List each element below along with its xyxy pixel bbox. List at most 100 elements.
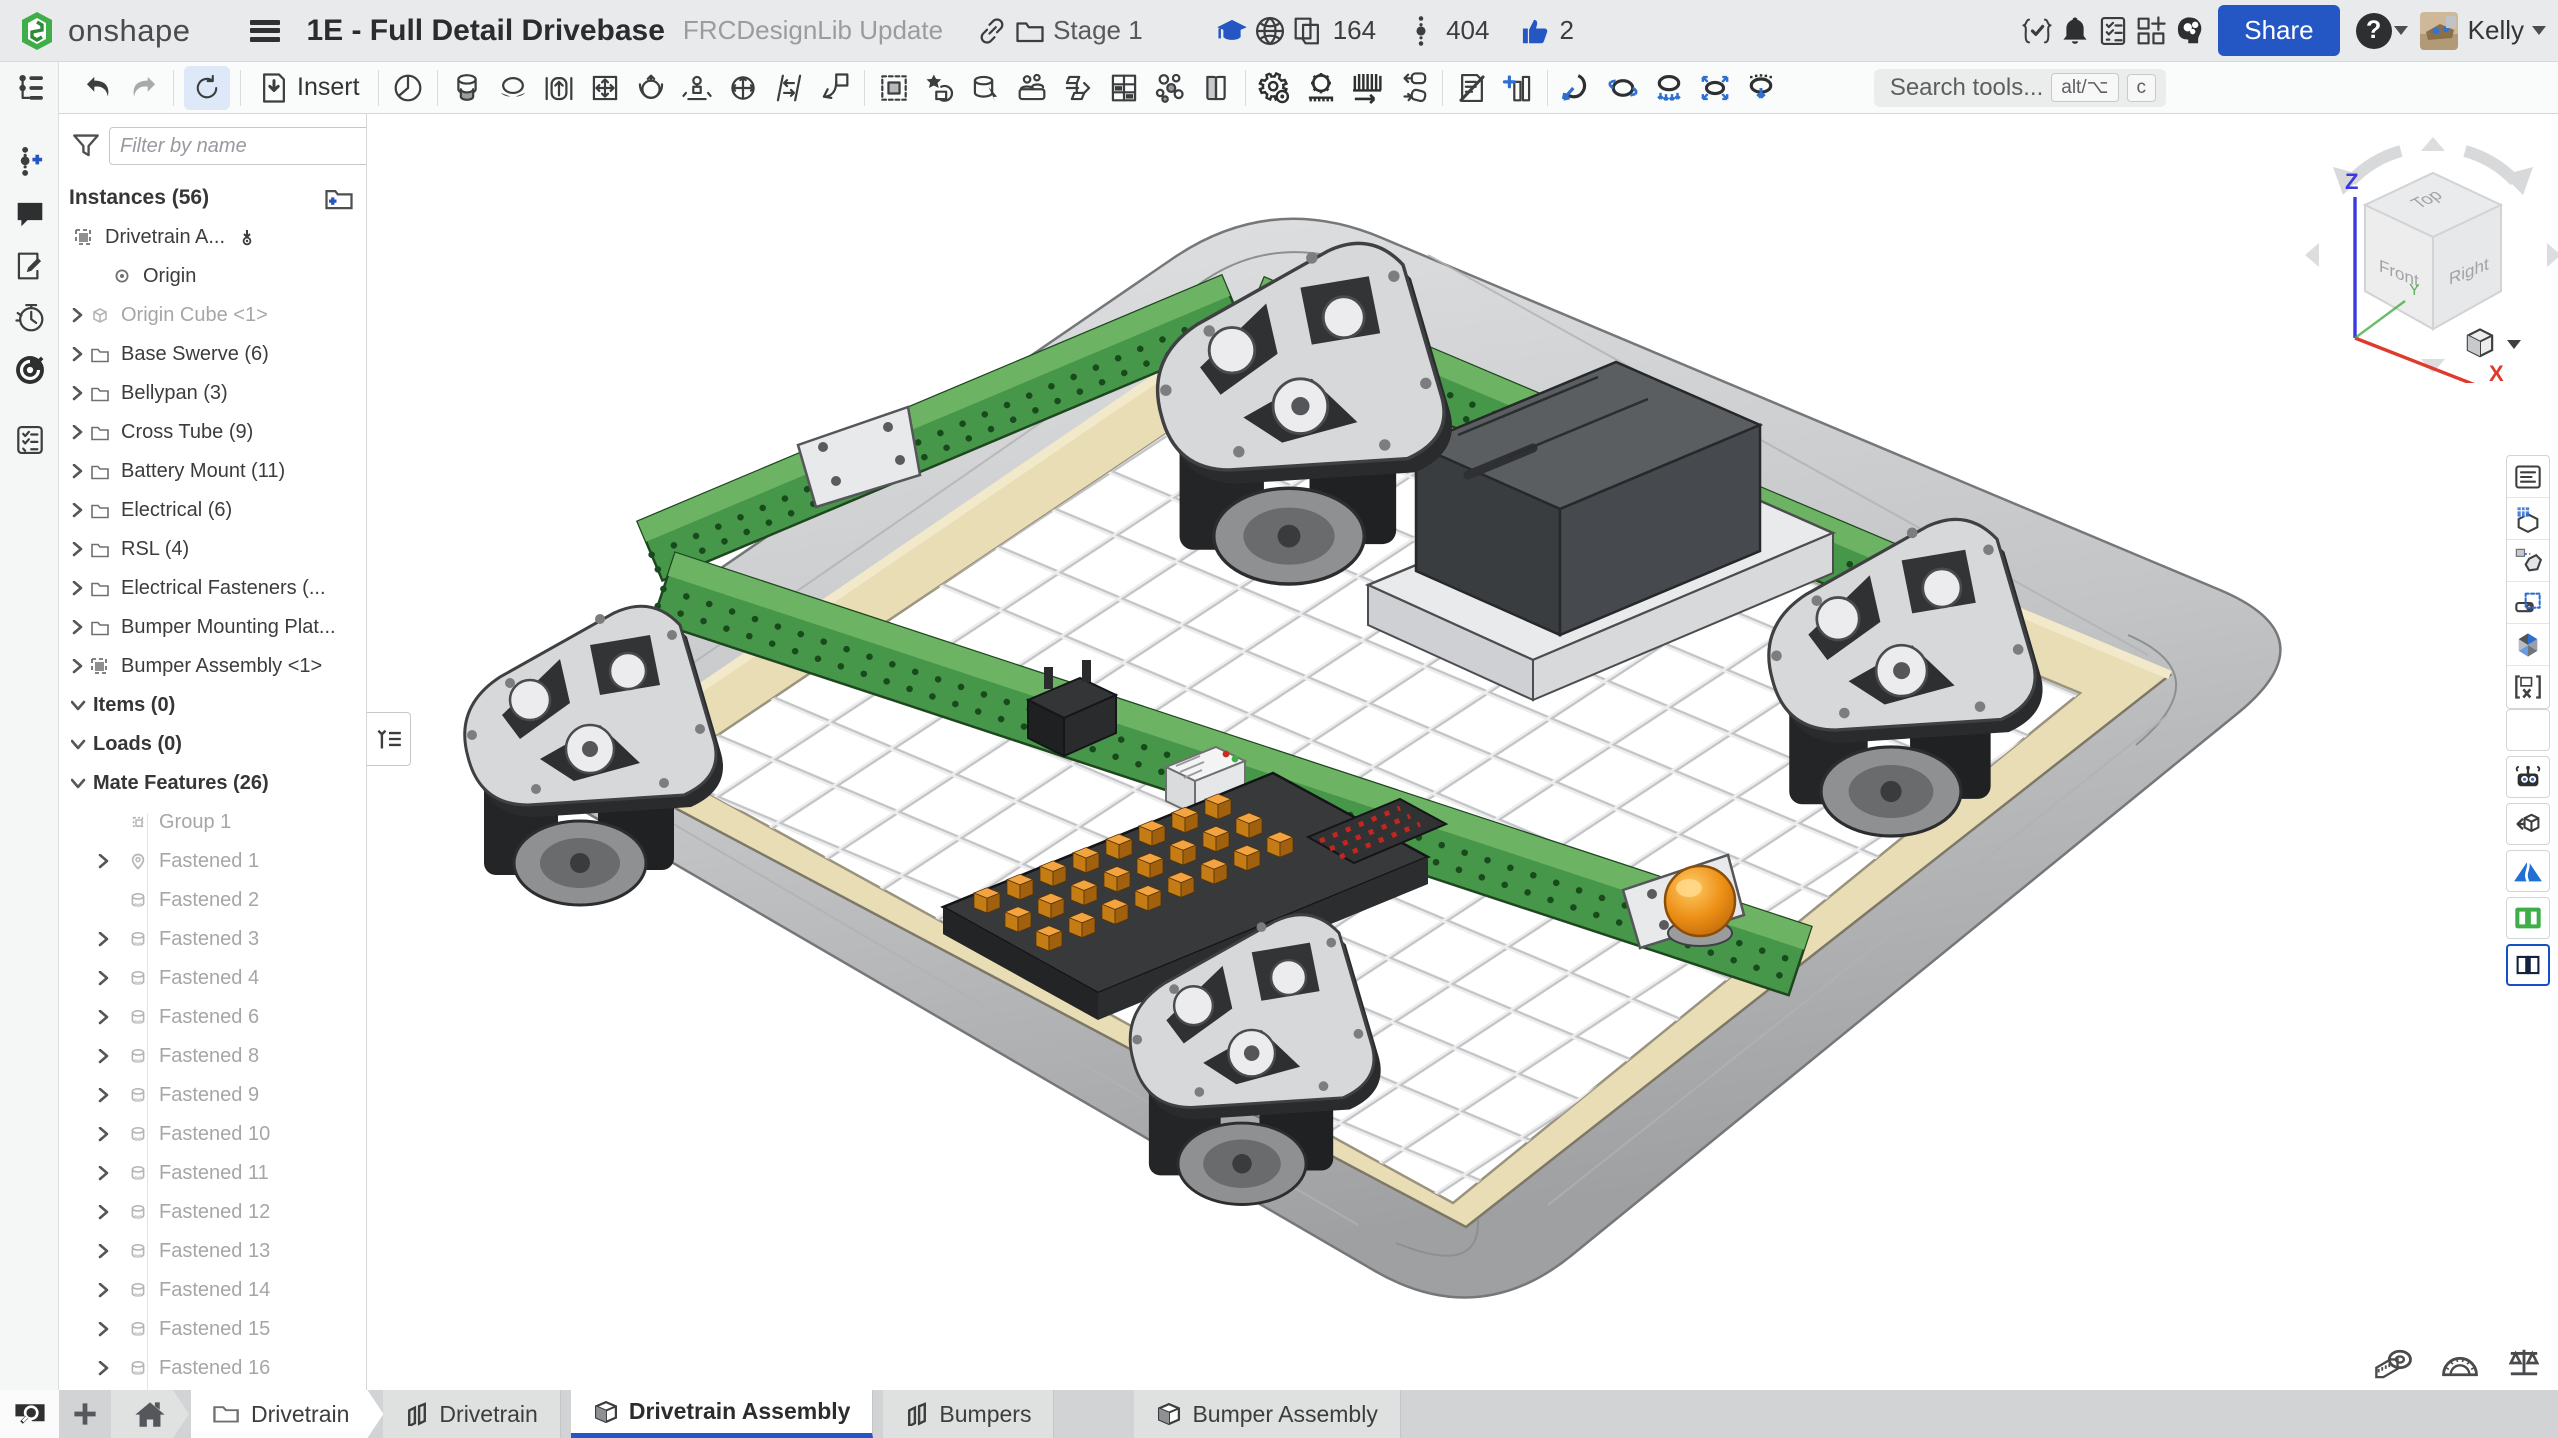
snap-mode-button[interactable] [963,66,1009,110]
chevron-right-icon[interactable] [95,971,113,986]
chevron-right-icon[interactable] [95,932,113,947]
mate-fastened-4[interactable]: Fastened 4 [59,959,366,998]
drawing-hide-button[interactable] [1449,66,1495,110]
user-name[interactable]: Kelly [2468,15,2524,46]
mate-fastened-14[interactable]: Fastened 14 [59,1271,366,1310]
document-menu-icon[interactable] [250,20,280,42]
avatar[interactable] [2420,12,2458,50]
tape-measure-icon[interactable] [2374,1346,2414,1380]
share-button[interactable]: Share [2218,5,2339,56]
chevron-right-icon[interactable] [95,1127,113,1142]
revolute-mate-button[interactable] [490,66,536,110]
chevron-down-icon[interactable] [69,699,87,712]
protractor-icon[interactable] [2440,1346,2480,1380]
app-cad-mountain-icon[interactable] [2506,850,2550,892]
variables-icon[interactable] [2507,666,2549,708]
configurations-icon[interactable] [2507,498,2549,540]
section-mate-features[interactable]: Mate Features (26) [59,764,366,803]
new-tab-button[interactable] [59,1390,111,1438]
chevron-right-icon[interactable] [69,386,87,401]
in-context-button[interactable] [1009,66,1055,110]
history-icon[interactable] [0,292,59,344]
help-icon[interactable]: ? [2356,13,2392,49]
spin-view-button[interactable] [1600,66,1646,110]
chevron-right-icon[interactable] [69,659,87,674]
rack-pinion-relation-button[interactable] [1344,66,1390,110]
mate-fastened-11[interactable]: Fastened 11 [59,1154,366,1193]
mate-fastened-3[interactable]: Fastened 3 [59,920,366,959]
named-views-icon[interactable] [2507,582,2549,624]
rsl-light[interactable] [1665,866,1735,946]
filter-icon[interactable] [73,134,99,158]
chevron-right-icon[interactable] [69,503,87,518]
view-cube-body[interactable]: Top Front Right [2365,173,2501,329]
document-workspace[interactable]: FRCDesignLib Update [683,15,943,46]
bom-table-button[interactable] [1101,66,1147,110]
learning-center-icon[interactable] [2170,12,2208,50]
chevron-right-icon[interactable] [95,1244,113,1259]
app-export-cube-icon[interactable] [2506,803,2550,845]
search-document-icon[interactable] [0,344,59,396]
add-folder-icon[interactable] [324,186,354,210]
tree-folder-cross-tube[interactable]: Cross Tube (9) [59,413,366,452]
collapse-tree-button[interactable] [367,712,411,766]
notifications-bell-icon[interactable] [2056,12,2094,50]
pin-slot-mate-button[interactable] [674,66,720,110]
tab-bumper-assembly[interactable]: Bumper Assembly [1134,1390,1400,1438]
chevron-right-icon[interactable] [69,425,87,440]
exploded-view-button[interactable] [1147,66,1193,110]
app-blue-book-icon[interactable] [2506,944,2550,986]
mate-fastened-16[interactable]: Fastened 16 [59,1349,366,1388]
tangent-mate-button[interactable] [812,66,858,110]
fastened-mate-button[interactable] [444,66,490,110]
mate-fastened-10[interactable]: Fastened 10 [59,1115,366,1154]
mate-button[interactable] [385,66,431,110]
app-green-book-icon[interactable] [2506,897,2550,939]
chevron-right-icon[interactable] [69,581,87,596]
chevron-right-icon[interactable] [95,1205,113,1220]
versions-add-icon[interactable] [0,136,59,188]
mate-fastened-15[interactable]: Fastened 15 [59,1310,366,1349]
tasks-icon[interactable] [2094,12,2132,50]
compare-columns-button[interactable] [1495,66,1541,110]
folder-icon[interactable] [1011,12,1049,50]
insert-button[interactable]: Insert [247,72,372,104]
update-sync-button[interactable] [184,66,230,110]
chevron-right-icon[interactable] [95,1010,113,1025]
search-tabs-button[interactable] [0,1390,59,1438]
chevron-right-icon[interactable] [69,620,87,635]
tab-bumpers-partstudio[interactable]: Bumpers [883,1390,1054,1438]
likes-icon[interactable] [1515,12,1553,50]
animate-button[interactable] [1554,66,1600,110]
chevron-right-icon[interactable] [95,1322,113,1337]
chevron-right-icon[interactable] [95,1283,113,1298]
cylindrical-mate-button[interactable] [720,66,766,110]
home-tab-button[interactable] [111,1390,189,1438]
screw-relation-button[interactable] [1390,66,1436,110]
graphics-area[interactable]: Top Front Right Z Y X MK [368,115,2558,1390]
comments-icon[interactable] [0,188,59,240]
link-icon[interactable] [973,12,1011,50]
mate-fastened-9[interactable]: Fastened 9 [59,1076,366,1115]
view-mode-cube-button[interactable] [2463,327,2533,361]
mate-fastened-1[interactable]: Fastened 1 [59,842,366,881]
help-caret-icon[interactable] [2394,26,2408,35]
slider-mate-button[interactable] [536,66,582,110]
tab-drivetrain-partstudio[interactable]: Drivetrain [383,1390,560,1438]
rotate-right-arrow[interactable] [2547,243,2558,267]
mass-properties-icon[interactable] [2506,1346,2542,1380]
bom-panel-icon[interactable] [2507,456,2549,498]
assembly-structure-toggle[interactable] [0,62,59,114]
redo-button[interactable] [121,66,167,110]
settle-button[interactable] [1646,66,1692,110]
undo-button[interactable] [75,66,121,110]
planar-mate-button[interactable] [582,66,628,110]
tree-folder-battery-mount[interactable]: Battery Mount (11) [59,452,366,491]
mate-relations-button[interactable] [1252,66,1298,110]
stage-label[interactable]: Stage 1 [1053,15,1143,46]
section-view-button[interactable] [1738,66,1784,110]
chevron-right-icon[interactable] [95,1088,113,1103]
3d-model-canvas[interactable] [368,115,2558,1390]
tree-root-assembly[interactable]: Drivetrain A... [59,218,366,257]
chevron-right-icon[interactable] [95,854,113,869]
